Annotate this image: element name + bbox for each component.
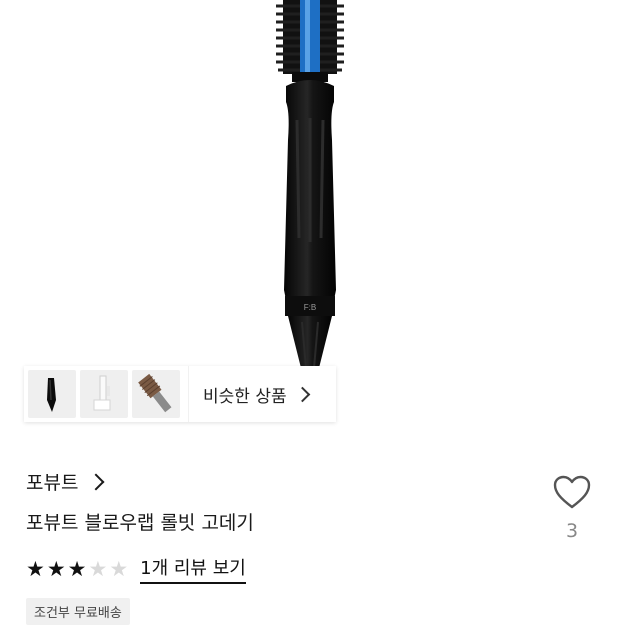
white-styler-thumbnail-icon xyxy=(93,375,111,411)
chevron-right-icon xyxy=(87,473,105,490)
similar-products-label: 비슷한 상품 xyxy=(203,386,287,407)
product-title: 포뷰트 블로우랩 롤빗 고데기 xyxy=(26,512,254,534)
shipping-badge: 조건부 무료배송 xyxy=(26,598,130,625)
star-empty-icon: ★ xyxy=(88,556,108,581)
brand-link[interactable]: 포뷰트 xyxy=(26,468,105,495)
round-brush-illustration: F:B xyxy=(276,0,344,372)
star-rating: ★ ★ ★ ★ ★ xyxy=(26,556,129,581)
thumbnail-3[interactable] xyxy=(132,370,180,418)
star-empty-icon: ★ xyxy=(109,556,129,581)
thumbnail-1[interactable] xyxy=(28,370,76,418)
similar-products-button[interactable]: 비슷한 상품 xyxy=(188,366,336,422)
thumbnail-2[interactable] xyxy=(80,370,128,418)
star-filled-icon: ★ xyxy=(26,556,45,581)
heart-outline-icon xyxy=(553,475,591,509)
like-button[interactable] xyxy=(552,474,592,514)
black-styler-thumbnail-icon xyxy=(47,378,56,412)
rating-row: ★ ★ ★ ★ ★ 1개 리뷰 보기 xyxy=(26,554,246,584)
brand-name: 포뷰트 xyxy=(26,472,79,494)
round-brush-thumbnail-icon xyxy=(138,373,172,413)
chevron-right-icon xyxy=(294,386,310,402)
star-filled-icon: ★ xyxy=(46,556,66,581)
star-filled-icon: ★ xyxy=(67,556,87,581)
product-hero-image[interactable]: F:B xyxy=(0,0,620,372)
hero-label-text: F:B xyxy=(304,303,316,312)
like-count: 3 xyxy=(565,520,579,542)
thumbnail-strip: 비슷한 상품 xyxy=(24,366,336,422)
review-link[interactable]: 1개 리뷰 보기 xyxy=(140,554,246,584)
